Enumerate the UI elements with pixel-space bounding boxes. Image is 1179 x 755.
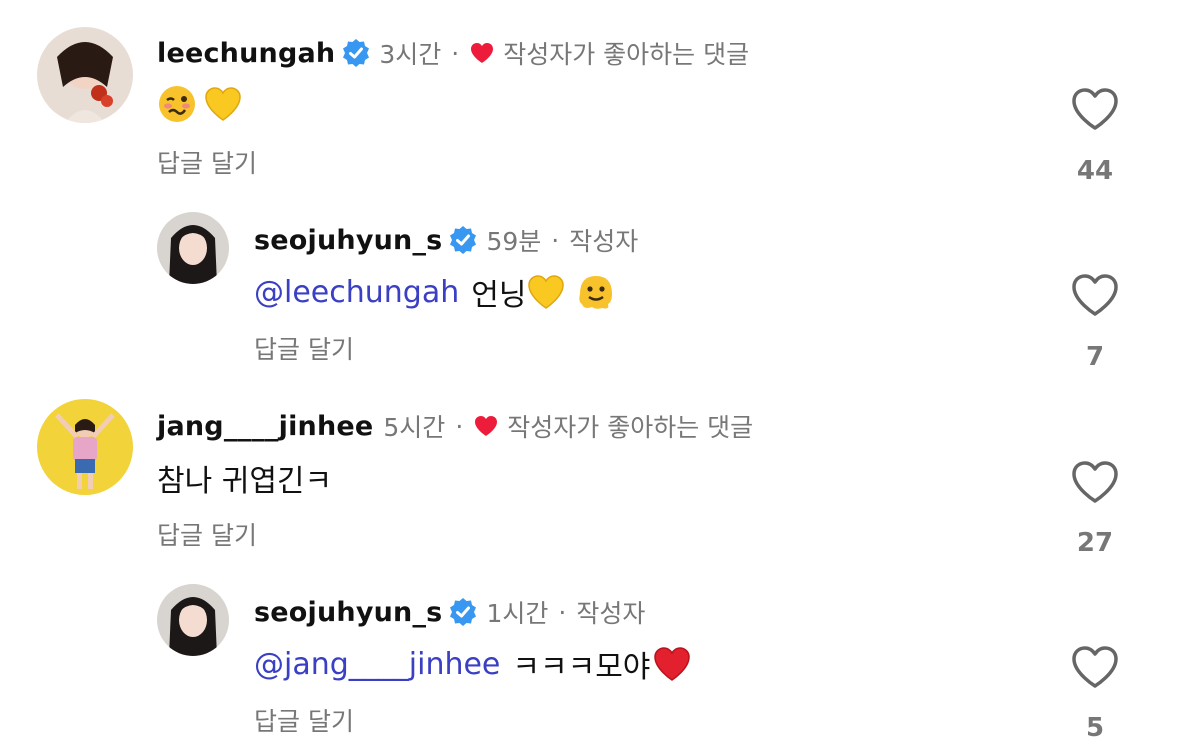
yellow-heart-icon [526, 272, 566, 312]
separator: · [455, 411, 464, 441]
avatar[interactable] [37, 399, 133, 495]
like-count: 5 [1085, 713, 1105, 743]
reply-button[interactable]: 답글 달기 [254, 702, 354, 738]
comment-time: 59분 [486, 227, 542, 256]
mention-link[interactable]: @jang____jinhee [254, 647, 500, 682]
melting-face-icon [576, 272, 616, 312]
reply-button[interactable]: 답글 달기 [254, 330, 354, 366]
username[interactable]: seojuhyun_s [254, 597, 442, 628]
reply-button[interactable]: 답글 달기 [157, 516, 257, 552]
username[interactable]: seojuhyun_s [254, 225, 442, 256]
comment-text: 언닝 [471, 278, 527, 313]
comment-time: 1시간 [486, 599, 549, 628]
like-count: 44 [1076, 156, 1114, 186]
comment-text: ㅋㅋㅋ모야 [512, 650, 651, 685]
separator: · [451, 38, 460, 68]
mention-link[interactable]: @leechungah [254, 275, 459, 310]
like-heart-icon[interactable] [1070, 644, 1120, 690]
like-count: 7 [1085, 342, 1105, 372]
author-liked-heart-icon [469, 41, 495, 65]
separator: · [551, 225, 560, 255]
comment-time: 3시간 [379, 40, 442, 69]
username[interactable]: jang____jinhee [157, 411, 373, 442]
separator: · [558, 597, 567, 627]
verified-badge-icon [448, 225, 478, 255]
woozy-face-icon [157, 84, 197, 124]
author-liked-label: 작성자가 좋아하는 댓글 [503, 40, 750, 69]
reply-button[interactable]: 답글 달기 [157, 144, 257, 180]
red-heart-icon [652, 644, 692, 684]
comment-time: 5시간 [383, 413, 446, 442]
like-count: 27 [1076, 528, 1114, 558]
author-label: 작성자 [576, 599, 646, 628]
like-heart-icon[interactable] [1070, 272, 1120, 318]
like-heart-icon[interactable] [1070, 86, 1120, 132]
author-label: 작성자 [569, 227, 639, 256]
verified-badge-icon [341, 38, 371, 68]
yellow-heart-icon [203, 84, 243, 124]
verified-badge-icon [448, 597, 478, 627]
comment-text: 참나 귀엽긴ㅋ [157, 464, 333, 499]
avatar[interactable] [37, 27, 133, 123]
author-liked-heart-icon [473, 414, 499, 438]
username[interactable]: leechungah [157, 38, 335, 69]
author-liked-label: 작성자가 좋아하는 댓글 [507, 413, 754, 442]
like-heart-icon[interactable] [1070, 459, 1120, 505]
avatar[interactable] [157, 212, 229, 284]
avatar[interactable] [157, 584, 229, 656]
